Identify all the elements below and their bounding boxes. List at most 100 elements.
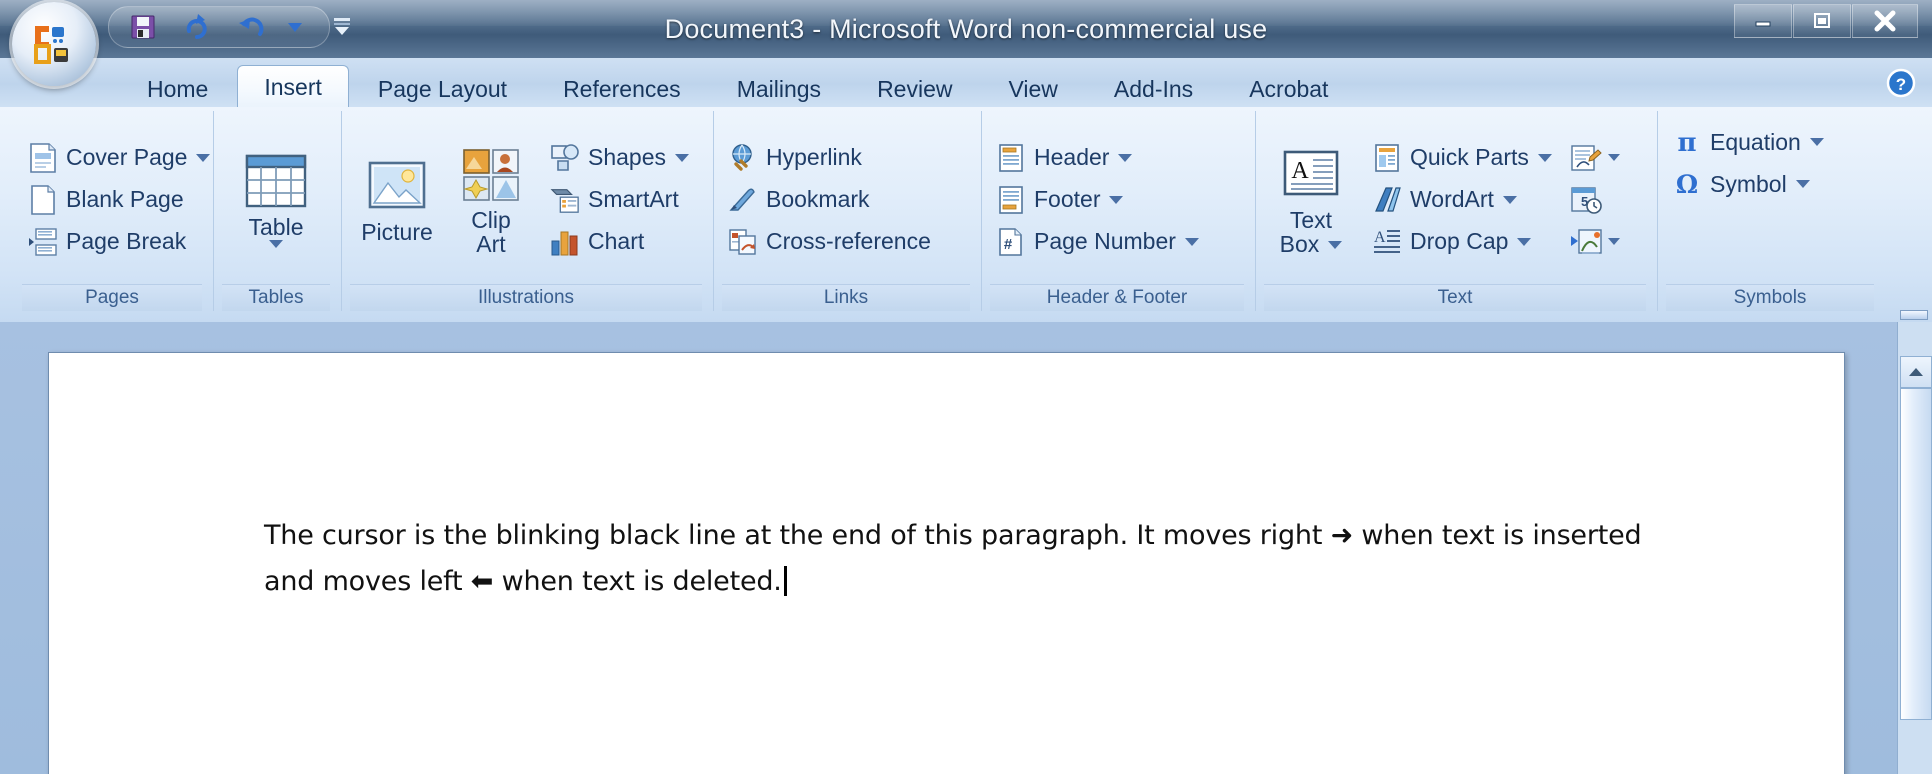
document-paragraph[interactable]: The cursor is the blinking black line at… [264, 513, 1684, 605]
signature-line-icon[interactable] [1568, 140, 1604, 176]
wordart-button[interactable]: WordArt [1366, 179, 1558, 221]
signature-line-caret-icon[interactable] [1607, 154, 1620, 161]
page-number-caret-icon[interactable] [1184, 237, 1199, 246]
wordart-caret-icon[interactable] [1502, 195, 1517, 204]
hyperlink-button[interactable]: Hyperlink [722, 137, 937, 179]
undo-dropdown-button[interactable] [279, 11, 311, 43]
save-button[interactable] [127, 11, 159, 43]
svg-text:A: A [1291, 158, 1309, 184]
wordart-icon [1372, 185, 1402, 215]
table-button[interactable]: Table [229, 147, 323, 252]
shapes-button[interactable]: Shapes [544, 137, 695, 179]
ribbon-group-illustrations: Picture Clip Art Shapes SmartArt Chart I… [341, 111, 710, 311]
tab-add-ins[interactable]: Add-Ins [1087, 69, 1220, 108]
tab-home[interactable]: Home [120, 69, 235, 108]
footer-button[interactable]: Footer [990, 179, 1205, 221]
clip-art-button[interactable]: Clip Art [444, 140, 538, 260]
minimize-button[interactable] [1734, 4, 1792, 38]
tables-group-label: Tables [222, 284, 330, 311]
quick-parts-caret-icon[interactable] [1537, 153, 1552, 162]
picture-icon [368, 156, 426, 218]
text-box-label-line1: Text [1289, 206, 1333, 233]
header-footer-group-label: Header & Footer [990, 284, 1244, 311]
page-number-button[interactable]: # Page Number [990, 221, 1205, 263]
illustrations-group-label: Illustrations [350, 284, 702, 311]
equation-pi-icon: π [1672, 127, 1702, 157]
blank-page-icon [28, 184, 58, 215]
drop-cap-button[interactable]: A Drop Cap [1366, 221, 1558, 263]
clip-art-label-line2: Art [476, 230, 506, 257]
cover-page-button[interactable]: Cover Page [22, 137, 216, 179]
scroll-up-button[interactable] [1900, 356, 1932, 388]
picture-button[interactable]: Picture [350, 152, 444, 248]
page-break-button[interactable]: Page Break [22, 221, 216, 263]
header-icon [996, 143, 1026, 173]
office-button[interactable] [12, 2, 96, 86]
customize-quick-access-toolbar-button[interactable] [330, 14, 352, 36]
insert-object-caret-icon[interactable] [1607, 238, 1620, 245]
shapes-label: Shapes [588, 144, 667, 170]
ribbon: Cover Page Blank Page Page Break Pages T… [0, 107, 1932, 324]
footer-caret-icon[interactable] [1109, 195, 1124, 204]
header-label: Header [1034, 144, 1110, 170]
bookmark-label: Bookmark [766, 186, 870, 212]
header-button[interactable]: Header [990, 137, 1205, 179]
symbol-omega-icon: Ω [1672, 169, 1702, 199]
chart-label: Chart [588, 228, 645, 254]
tab-view[interactable]: View [981, 69, 1084, 108]
shapes-caret-icon[interactable] [675, 153, 690, 162]
quick-parts-label: Quick Parts [1410, 144, 1529, 170]
header-caret-icon[interactable] [1118, 153, 1133, 162]
vertical-scrollbar[interactable] [1897, 322, 1932, 774]
text-box-button[interactable]: A Text Box [1264, 140, 1358, 260]
bookmark-button[interactable]: Bookmark [722, 179, 937, 221]
table-caret-icon[interactable] [269, 240, 283, 248]
footer-icon [996, 185, 1026, 215]
table-icon [245, 151, 307, 213]
tab-insert[interactable]: Insert [237, 65, 349, 108]
text-group-body: A Text Box Quick Parts WordArt A Drop Ca… [1264, 111, 1646, 284]
svg-text:?: ? [1896, 75, 1906, 94]
signature-line-row [1568, 137, 1620, 179]
ribbon-group-links: Hyperlink Bookmark Cross-reference Links [713, 111, 978, 311]
document-page[interactable]: The cursor is the blinking black line at… [48, 352, 1845, 774]
equation-button[interactable]: π Equation [1666, 121, 1830, 163]
maximize-restore-button[interactable] [1793, 4, 1851, 38]
hyperlink-label: Hyperlink [766, 144, 862, 170]
smartart-button[interactable]: SmartArt [544, 179, 695, 221]
symbol-button[interactable]: Ω Symbol [1666, 163, 1830, 205]
tab-review[interactable]: Review [850, 69, 979, 108]
links-group-body: Hyperlink Bookmark Cross-reference [722, 111, 970, 284]
svg-text:π: π [1677, 128, 1696, 157]
close-button[interactable] [1852, 4, 1918, 38]
cover-page-caret-icon[interactable] [196, 153, 211, 162]
svg-text:#: # [1004, 236, 1013, 253]
tab-page-layout[interactable]: Page Layout [351, 69, 534, 108]
cross-reference-button[interactable]: Cross-reference [722, 221, 937, 263]
help-icon[interactable]: ? [1886, 68, 1916, 98]
text-cursor-caret [783, 566, 787, 596]
symbol-caret-icon[interactable] [1795, 180, 1810, 188]
ribbon-group-header-footer: Header Footer # Page Number Header & Foo… [981, 111, 1252, 311]
equation-caret-icon[interactable] [1809, 138, 1824, 146]
chart-button[interactable]: Chart [544, 221, 695, 263]
undo-button[interactable] [235, 11, 267, 43]
smartart-icon [550, 185, 580, 215]
hyperlink-icon [728, 143, 758, 173]
blank-page-button[interactable]: Blank Page [22, 179, 216, 221]
text-box-caret-icon[interactable] [1328, 241, 1343, 250]
scrollbar-thumb[interactable] [1900, 388, 1932, 720]
insert-object-icon[interactable] [1568, 224, 1604, 260]
date-and-time-icon[interactable]: 5 [1568, 182, 1604, 218]
window-controls [1733, 4, 1918, 38]
clip-art-label: Clip Art [471, 208, 511, 256]
quick-parts-button[interactable]: Quick Parts [1366, 137, 1558, 179]
tab-acrobat[interactable]: Acrobat [1222, 69, 1355, 108]
tab-mailings[interactable]: Mailings [710, 69, 848, 108]
split-window-handle[interactable] [1900, 310, 1928, 320]
redo-button[interactable] [181, 11, 213, 43]
header-footer-group-body: Header Footer # Page Number [990, 111, 1244, 284]
drop-cap-caret-icon[interactable] [1517, 237, 1532, 246]
page-number-label: Page Number [1034, 228, 1176, 254]
tab-references[interactable]: References [536, 69, 708, 108]
